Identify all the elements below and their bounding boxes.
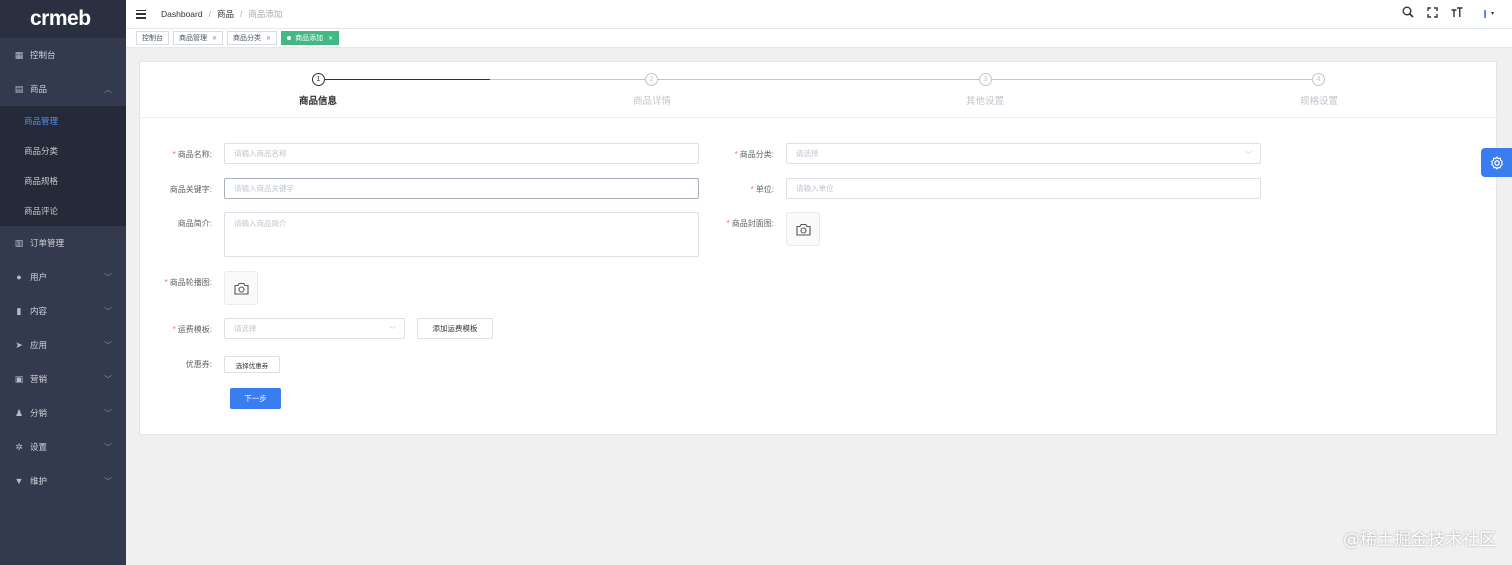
tag-goods-category[interactable]: 商品分类 ✕ xyxy=(227,31,278,45)
tag-dashboard[interactable]: 控制台 xyxy=(136,31,169,45)
breadcrumb-item[interactable]: Dashboard xyxy=(161,9,203,19)
product-cover-label: * 商品封面图: xyxy=(726,219,774,228)
step-4-circle[interactable]: 4 xyxy=(1312,73,1325,86)
product-intro-textarea[interactable]: 请输入商品简介 xyxy=(224,212,699,257)
chevron-down-icon: ﹀ xyxy=(104,443,112,452)
step-3-title[interactable]: 其他设置 xyxy=(945,93,1025,107)
user-icon: ● xyxy=(16,272,22,282)
tag-goods-manage[interactable]: 商品管理 ✕ xyxy=(173,31,224,45)
camera-icon xyxy=(795,223,811,236)
chart-icon: ▮ xyxy=(16,306,22,316)
product-intro-label: 商品简介: xyxy=(177,219,212,228)
chevron-down-icon: ﹀ xyxy=(389,327,396,334)
product-carousel-upload[interactable] xyxy=(224,271,258,305)
chevron-down-icon: ﹀ xyxy=(104,409,112,418)
menu-toggle-icon[interactable] xyxy=(136,9,146,19)
product-category-select[interactable]: 请选择 ﹀ xyxy=(786,143,1261,164)
header-actions: ▾ xyxy=(1402,6,1494,21)
goods-submenu: 商品管理 商品分类 商品规格 商品评论 xyxy=(0,106,126,226)
watermark: @稀土掘金技术社区 xyxy=(1343,530,1496,550)
gear-icon xyxy=(1490,155,1503,170)
shipping-template-select[interactable]: 请选择 ﹀ xyxy=(224,318,405,339)
sidebar-item-orders[interactable]: ▥ 订单管理 xyxy=(0,226,126,260)
order-icon: ▥ xyxy=(14,238,24,248)
step-1-title[interactable]: 商品信息 xyxy=(278,93,358,107)
distribution-icon: ♟ xyxy=(14,408,24,418)
chevron-down-icon: ▾ xyxy=(1490,11,1494,17)
sidebar-item-goods[interactable]: ▤ 商品 ︿ xyxy=(0,72,126,106)
product-cover-upload[interactable] xyxy=(786,212,820,246)
product-category-label: * 商品分类: xyxy=(734,150,774,159)
steps: 1 商品信息 2 商品详情 3 其他设置 4 规格设置 xyxy=(140,62,1498,118)
search-icon[interactable] xyxy=(1402,6,1414,21)
chevron-up-icon: ︿ xyxy=(104,85,112,94)
logo[interactable]: crmeb xyxy=(0,0,126,38)
product-name-label: * 商品名称: xyxy=(172,150,212,159)
fullscreen-icon[interactable] xyxy=(1427,6,1438,21)
sidebar-subitem-goods-comment[interactable]: 商品评论 xyxy=(0,196,126,226)
sidebar-subitem-goods-category[interactable]: 商品分类 xyxy=(0,136,126,166)
close-icon[interactable]: ✕ xyxy=(212,35,217,42)
sidebar-item-settings[interactable]: ✲ 设置 ﹀ xyxy=(0,430,126,464)
chevron-down-icon: ﹀ xyxy=(104,341,112,350)
maintain-icon: ▼ xyxy=(14,476,24,486)
close-icon[interactable]: ✕ xyxy=(328,35,333,42)
product-unit-input[interactable]: 请输入单位 xyxy=(786,178,1261,199)
breadcrumb-item[interactable]: 商品 xyxy=(217,8,234,20)
font-size-icon[interactable] xyxy=(1451,6,1463,21)
shipping-template-label: * 运费模板: xyxy=(172,325,212,334)
dashboard-icon: ▦ xyxy=(14,50,24,60)
sidebar-item-content[interactable]: ▮ 内容 ﹀ xyxy=(0,294,126,328)
chevron-down-icon: ﹀ xyxy=(1245,152,1252,159)
gear-icon: ✲ xyxy=(15,442,23,452)
tags-view: 控制台 商品管理 ✕ 商品分类 ✕ 商品添加 ✕ xyxy=(126,28,1512,48)
sidebar-item-marketing[interactable]: ▣ 营销 ﹀ xyxy=(0,362,126,396)
chevron-down-icon: ﹀ xyxy=(104,375,112,384)
settings-fab[interactable] xyxy=(1481,148,1512,177)
sidebar-subitem-goods-manage[interactable]: 商品管理 xyxy=(0,106,126,136)
next-step-button[interactable]: 下一步 xyxy=(230,388,281,409)
step-2-title[interactable]: 商品详情 xyxy=(612,93,692,107)
breadcrumb-current: 商品添加 xyxy=(248,9,283,19)
sidebar: crmeb ▦ 控制台 ▤ 商品 ︿ 商品管理 商品分类 商品规格 商品评论 ▥… xyxy=(0,0,126,565)
sidebar-item-users[interactable]: ● 用户 ﹀ xyxy=(0,260,126,294)
step-4-title[interactable]: 规格设置 xyxy=(1279,93,1359,107)
breadcrumb: Dashboard / 商品 / 商品添加 xyxy=(161,8,283,20)
add-shipping-template-button[interactable]: 添加运费模板 xyxy=(417,318,493,339)
coupon-label: 优惠券: xyxy=(185,360,212,369)
step-1-circle[interactable]: 1 xyxy=(312,73,325,86)
chevron-down-icon: ﹀ xyxy=(104,307,112,316)
sidebar-item-distribution[interactable]: ♟ 分销 ﹀ xyxy=(0,396,126,430)
shop-icon: ▤ xyxy=(14,84,24,94)
chevron-down-icon: ﹀ xyxy=(104,477,112,486)
sidebar-item-maintain[interactable]: ▼ 维护 ﹀ xyxy=(0,464,126,498)
sidebar-item-apps[interactable]: ➤ 应用 ﹀ xyxy=(0,328,126,362)
step-3-circle[interactable]: 3 xyxy=(979,73,992,86)
avatar[interactable]: ▾ xyxy=(1483,9,1494,18)
product-keywords-label: 商品关键字: xyxy=(169,185,212,194)
product-unit-label: * 单位: xyxy=(750,185,774,194)
tag-goods-add[interactable]: 商品添加 ✕ xyxy=(281,31,340,45)
select-coupon-button[interactable]: 选择优惠券 xyxy=(224,356,280,373)
sidebar-subitem-goods-spec[interactable]: 商品规格 xyxy=(0,166,126,196)
marketing-icon: ▣ xyxy=(14,374,24,384)
sidebar-item-dashboard[interactable]: ▦ 控制台 xyxy=(0,38,126,72)
send-icon: ➤ xyxy=(15,340,23,350)
top-header: Dashboard / 商品 / 商品添加 ▾ xyxy=(126,0,1512,28)
chevron-down-icon: ﹀ xyxy=(104,273,112,282)
close-icon[interactable]: ✕ xyxy=(266,35,271,42)
product-keywords-input[interactable]: 请输入商品关键字 xyxy=(224,178,699,199)
product-form-card: 1 商品信息 2 商品详情 3 其他设置 4 规格设置 * 商品名称: 请输入商品… xyxy=(139,61,1498,435)
step-2-circle[interactable]: 2 xyxy=(645,73,658,86)
camera-icon xyxy=(233,282,249,295)
product-name-input[interactable]: 请输入商品名称 xyxy=(224,143,699,164)
product-carousel-label: * 商品轮播图: xyxy=(164,278,212,287)
